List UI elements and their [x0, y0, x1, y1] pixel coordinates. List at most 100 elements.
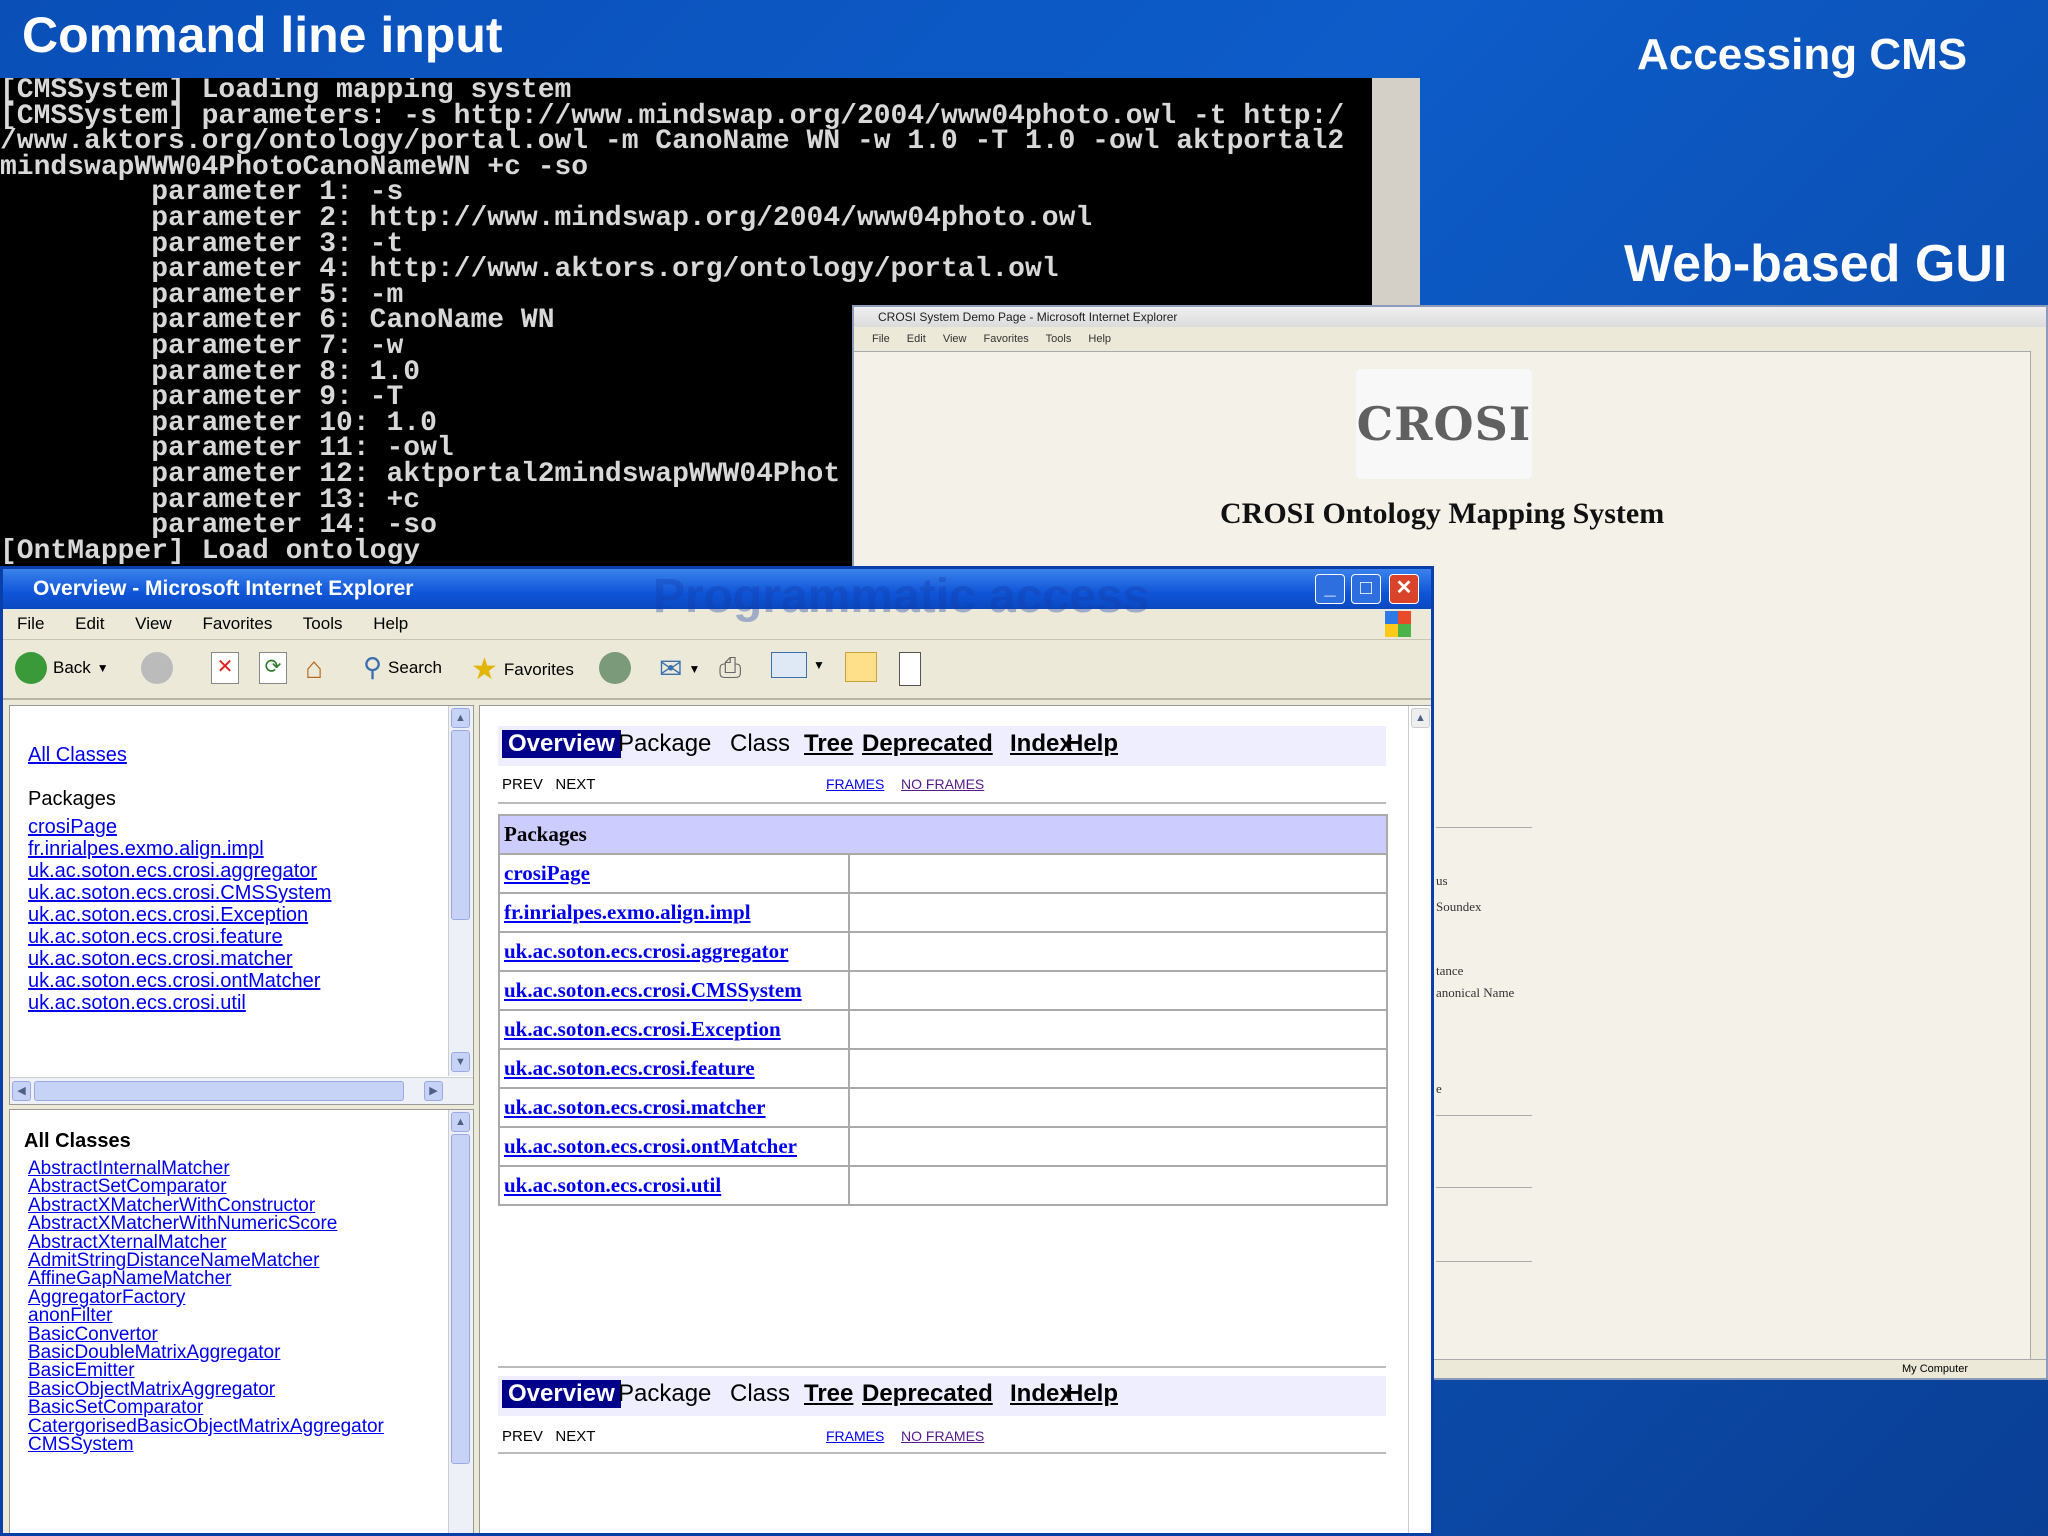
ie-overview-window[interactable]: Overview - Microsoft Internet Explorer _… — [0, 566, 1434, 1536]
nav-class: Class — [730, 730, 791, 757]
package-link[interactable]: crosiPage — [504, 861, 590, 885]
class-link[interactable]: anonFilter — [28, 1306, 384, 1325]
nav-overview: Overview — [502, 1380, 621, 1408]
crosi-fragment: anonical Name — [1436, 985, 1515, 1000]
messenger-button[interactable] — [899, 652, 921, 686]
classes-frame-scrollbar[interactable]: ▲ — [448, 1110, 473, 1533]
package-link[interactable]: uk.ac.soton.ecs.crosi.feature — [28, 926, 331, 948]
forward-button[interactable] — [141, 652, 173, 684]
crosi-scrollbar[interactable] — [2030, 351, 2046, 1361]
table-row: uk.ac.soton.ecs.crosi.Exception — [498, 1009, 1388, 1050]
package-link[interactable]: uk.ac.soton.ecs.crosi.aggregator — [504, 939, 788, 963]
package-link[interactable]: uk.ac.soton.ecs.crosi.ontMatcher — [28, 970, 331, 992]
package-link[interactable]: uk.ac.soton.ecs.crosi.ontMatcher — [504, 1134, 797, 1158]
search-button[interactable]: ⚲ Search — [363, 652, 442, 683]
favorites-button[interactable]: ★ Favorites — [471, 652, 574, 687]
package-link[interactable]: uk.ac.soton.ecs.crosi.Exception — [504, 1017, 781, 1041]
top-subnav: PREV NEXT — [502, 776, 595, 793]
scroll-thumb[interactable] — [451, 730, 470, 920]
package-link[interactable]: uk.ac.soton.ecs.crosi.CMSSystem — [504, 978, 802, 1002]
menu-tools[interactable]: Tools — [303, 614, 343, 633]
scroll-up-arrow-icon[interactable]: ▲ — [1411, 708, 1430, 728]
packages-frame-hscrollbar[interactable]: ◀ ▶ — [10, 1077, 473, 1104]
menu-favorites[interactable]: Favorites — [202, 614, 272, 633]
nav-overview: Overview — [502, 730, 621, 758]
close-button[interactable]: ✕ — [1389, 574, 1419, 604]
scroll-down-arrow-icon[interactable]: ▼ — [451, 1052, 470, 1072]
menu-view[interactable]: View — [135, 614, 172, 633]
scroll-right-arrow-icon[interactable]: ▶ — [424, 1081, 443, 1101]
edit-button[interactable]: ▼ — [771, 652, 825, 678]
package-link[interactable]: uk.ac.soton.ecs.crosi.util — [504, 1173, 721, 1197]
package-cell: uk.ac.soton.ecs.crosi.matcher — [498, 1087, 850, 1128]
nav-deprecated[interactable]: Deprecated — [862, 1380, 993, 1408]
package-link[interactable]: fr.inrialpes.exmo.align.impl — [504, 900, 751, 924]
nav-index[interactable]: Index — [1010, 1380, 1073, 1408]
package-link[interactable]: uk.ac.soton.ecs.crosi.matcher — [504, 1095, 766, 1119]
minimize-button[interactable]: _ — [1315, 574, 1345, 604]
mail-dropdown-icon[interactable]: ▼ — [688, 662, 700, 676]
package-link[interactable]: crosiPage — [28, 816, 331, 838]
packages-frame[interactable]: All Classes Packages crosiPage fr.inrialp… — [9, 705, 474, 1105]
nav-help[interactable]: Help — [1066, 730, 1118, 758]
nav-tree[interactable]: Tree — [804, 1380, 853, 1408]
print-button[interactable]: ⎙ — [719, 652, 741, 685]
crosi-menu-help[interactable]: Help — [1088, 333, 1111, 345]
history-button[interactable] — [599, 652, 631, 684]
menu-edit[interactable]: Edit — [75, 614, 104, 633]
bottom-navbar: Overview Package Class Tree Deprecated I… — [498, 1376, 1386, 1416]
nav-tree[interactable]: Tree — [804, 730, 853, 758]
classes-frame[interactable]: All Classes AbstractInternalMatcher Abstr… — [9, 1109, 474, 1533]
scroll-thumb[interactable] — [451, 1134, 470, 1464]
crosi-menu-file[interactable]: File — [872, 333, 890, 345]
package-cell: uk.ac.soton.ecs.crosi.CMSSystem — [498, 970, 850, 1011]
overview-scrollbar[interactable]: ▲ — [1408, 706, 1431, 1533]
hscroll-thumb[interactable] — [34, 1081, 404, 1101]
frames-link[interactable]: FRAMES — [826, 1428, 884, 1444]
package-description-cell — [848, 1126, 1388, 1167]
mail-icon: ✉ — [659, 653, 683, 684]
maximize-button[interactable]: □ — [1351, 574, 1381, 604]
crosi-menu-edit[interactable]: Edit — [907, 333, 926, 345]
package-link[interactable]: uk.ac.soton.ecs.crosi.util — [28, 992, 331, 1014]
class-link[interactable]: AbstractXMatcherWithNumericScore — [28, 1214, 384, 1233]
scroll-up-arrow-icon[interactable]: ▲ — [451, 1112, 470, 1132]
overview-frame[interactable]: Overview Package Class Tree Deprecated I… — [479, 705, 1431, 1533]
refresh-button[interactable]: ⟳ — [259, 652, 287, 684]
back-dropdown-icon[interactable]: ▼ — [97, 661, 109, 675]
menu-help[interactable]: Help — [373, 614, 408, 633]
nav-class: Class — [730, 1380, 791, 1407]
scroll-left-arrow-icon[interactable]: ◀ — [12, 1081, 31, 1101]
class-link[interactable]: BasicSetComparator — [28, 1398, 384, 1417]
package-link[interactable]: uk.ac.soton.ecs.crosi.matcher — [28, 948, 331, 970]
all-classes-link[interactable]: All Classes — [28, 744, 127, 767]
mail-button[interactable]: ✉ ▼ — [659, 652, 700, 685]
nav-help[interactable]: Help — [1066, 1380, 1118, 1408]
stop-button[interactable]: ✕ — [211, 652, 239, 684]
crosi-menu-tools[interactable]: Tools — [1046, 333, 1072, 345]
scroll-up-arrow-icon[interactable]: ▲ — [451, 708, 470, 728]
discuss-button[interactable] — [845, 652, 877, 682]
console-line: parameter 2: http://www.mindswap.org/200… — [0, 202, 1093, 234]
package-link[interactable]: uk.ac.soton.ecs.crosi.feature — [504, 1056, 755, 1080]
package-link[interactable]: fr.inrialpes.exmo.align.impl — [28, 838, 331, 860]
crosi-menu-view[interactable]: View — [943, 333, 967, 345]
package-link[interactable]: uk.ac.soton.ecs.crosi.aggregator — [28, 860, 331, 882]
edit-dropdown-icon[interactable]: ▼ — [813, 658, 825, 672]
frames-link[interactable]: FRAMES — [826, 776, 884, 792]
package-link[interactable]: uk.ac.soton.ecs.crosi.CMSSystem — [28, 882, 331, 904]
package-link[interactable]: uk.ac.soton.ecs.crosi.Exception — [28, 904, 331, 926]
back-button[interactable]: Back ▼ — [15, 652, 109, 684]
nav-deprecated[interactable]: Deprecated — [862, 730, 993, 758]
nav-index[interactable]: Index — [1010, 730, 1073, 758]
crosi-menu-favorites[interactable]: Favorites — [984, 333, 1029, 345]
menu-file[interactable]: File — [17, 614, 44, 633]
packages-frame-scrollbar[interactable]: ▲ ▼ — [448, 706, 473, 1076]
no-frames-link[interactable]: NO FRAMES — [901, 776, 984, 792]
home-button[interactable]: ⌂ — [305, 652, 323, 686]
console-line: parameter 4: http://www.aktors.org/ontol… — [0, 254, 1059, 286]
no-frames-link[interactable]: NO FRAMES — [901, 1428, 984, 1444]
class-link[interactable]: CMSSystem — [28, 1435, 384, 1454]
ie-window-title: Overview - Microsoft Internet Explorer — [33, 577, 414, 600]
slide-title-command-line: Command line input — [22, 7, 503, 63]
